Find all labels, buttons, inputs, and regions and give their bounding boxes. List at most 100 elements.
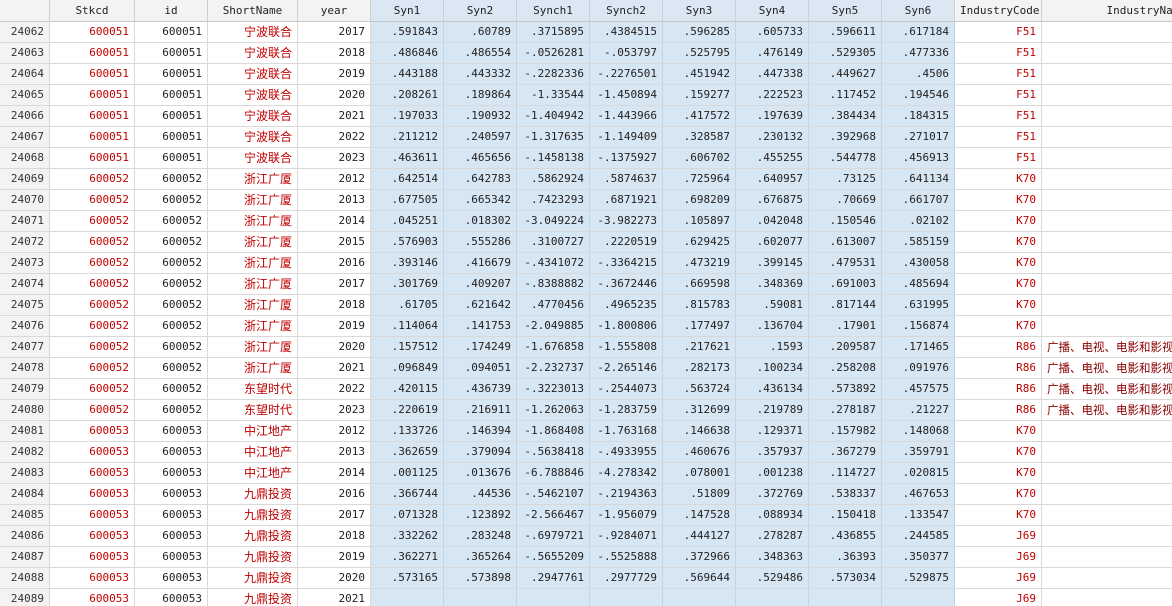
syn2-cell[interactable]: .573898 bbox=[444, 568, 517, 588]
syn6-cell[interactable]: .430058 bbox=[882, 253, 955, 273]
syn3-cell[interactable]: .177497 bbox=[663, 316, 736, 336]
synch1-cell[interactable]: -.8388882 bbox=[517, 274, 590, 294]
syn1-cell[interactable]: .642514 bbox=[371, 169, 444, 189]
year-cell[interactable]: 2018 bbox=[298, 295, 371, 315]
stkcd-cell[interactable]: 600053 bbox=[50, 568, 135, 588]
synch2-cell[interactable]: -1.443966 bbox=[590, 106, 663, 126]
synch2-cell[interactable]: -1.450894 bbox=[590, 85, 663, 105]
syn3-cell[interactable]: .669598 bbox=[663, 274, 736, 294]
syn1-cell[interactable]: .208261 bbox=[371, 85, 444, 105]
syn5-cell[interactable]: .573034 bbox=[809, 568, 882, 588]
syn2-cell[interactable]: .465656 bbox=[444, 148, 517, 168]
stkcd-cell[interactable]: 600052 bbox=[50, 295, 135, 315]
syn3-cell[interactable]: .460676 bbox=[663, 442, 736, 462]
id-cell[interactable]: 600052 bbox=[135, 337, 208, 357]
synch1-cell[interactable]: .4770456 bbox=[517, 295, 590, 315]
stkcd-cell[interactable]: 600052 bbox=[50, 400, 135, 420]
shortname-cell[interactable]: 九鼎投资 bbox=[208, 526, 298, 546]
synch2-cell[interactable]: -.4933955 bbox=[590, 442, 663, 462]
industrycode-cell[interactable]: K70 bbox=[955, 505, 1042, 525]
syn2-cell[interactable]: .486554 bbox=[444, 43, 517, 63]
industryname-cell[interactable] bbox=[1042, 421, 1172, 441]
synch1-cell[interactable]: -1.404942 bbox=[517, 106, 590, 126]
industrycode-cell[interactable]: R86 bbox=[955, 358, 1042, 378]
syn3-cell[interactable]: .417572 bbox=[663, 106, 736, 126]
syn4-cell[interactable]: .602077 bbox=[736, 232, 809, 252]
synch1-cell[interactable]: -2.232737 bbox=[517, 358, 590, 378]
stkcd-cell[interactable]: 600053 bbox=[50, 505, 135, 525]
synch1-cell[interactable]: .7423293 bbox=[517, 190, 590, 210]
syn1-cell[interactable]: .366744 bbox=[371, 484, 444, 504]
syn5-cell[interactable]: .613007 bbox=[809, 232, 882, 252]
syn3-cell[interactable]: .159277 bbox=[663, 85, 736, 105]
syn2-cell[interactable]: .018302 bbox=[444, 211, 517, 231]
synch1-cell[interactable]: -6.788846 bbox=[517, 463, 590, 483]
syn1-cell[interactable]: .332262 bbox=[371, 526, 444, 546]
syn4-cell[interactable]: .222523 bbox=[736, 85, 809, 105]
syn6-cell[interactable]: .529875 bbox=[882, 568, 955, 588]
synch2-cell[interactable]: -1.956079 bbox=[590, 505, 663, 525]
row-number-cell[interactable]: 24070 bbox=[0, 190, 50, 210]
syn6-cell[interactable]: .020815 bbox=[882, 463, 955, 483]
industrycode-cell[interactable]: K70 bbox=[955, 211, 1042, 231]
syn5-cell[interactable]: .367279 bbox=[809, 442, 882, 462]
synch2-cell[interactable]: -1.555808 bbox=[590, 337, 663, 357]
industrycode-cell[interactable]: F51 bbox=[955, 106, 1042, 126]
synch1-cell[interactable]: .5862924 bbox=[517, 169, 590, 189]
synch2-cell[interactable]: .4384515 bbox=[590, 22, 663, 42]
col-header-industrycode[interactable]: IndustryCode bbox=[955, 0, 1042, 21]
table-row[interactable]: 24082 600053 600053 中江地产 2013.362659.379094-… bbox=[0, 442, 1172, 463]
row-number-cell[interactable]: 24065 bbox=[0, 85, 50, 105]
row-number-cell[interactable]: 24087 bbox=[0, 547, 50, 567]
industrycode-cell[interactable]: K70 bbox=[955, 295, 1042, 315]
syn3-cell[interactable]: .217621 bbox=[663, 337, 736, 357]
syn2-cell[interactable]: .416679 bbox=[444, 253, 517, 273]
id-cell[interactable]: 600052 bbox=[135, 211, 208, 231]
synch2-cell[interactable]: -.5525888 bbox=[590, 547, 663, 567]
stkcd-cell[interactable]: 600052 bbox=[50, 190, 135, 210]
shortname-cell[interactable]: 宁波联合 bbox=[208, 127, 298, 147]
col-header-industryname[interactable]: IndustryName bbox=[1042, 0, 1172, 21]
syn2-cell[interactable]: .240597 bbox=[444, 127, 517, 147]
stkcd-cell[interactable]: 600052 bbox=[50, 211, 135, 231]
table-row[interactable]: 24083 600053 600053 中江地产 2014.001125.013676-… bbox=[0, 463, 1172, 484]
syn2-cell[interactable]: .216911 bbox=[444, 400, 517, 420]
syn1-cell[interactable]: .071328 bbox=[371, 505, 444, 525]
syn3-cell[interactable]: .629425 bbox=[663, 232, 736, 252]
shortname-cell[interactable]: 东望时代 bbox=[208, 400, 298, 420]
shortname-cell[interactable]: 宁波联合 bbox=[208, 85, 298, 105]
syn1-cell[interactable]: .157512 bbox=[371, 337, 444, 357]
industryname-cell[interactable] bbox=[1042, 169, 1172, 189]
syn6-cell[interactable]: .641134 bbox=[882, 169, 955, 189]
syn2-cell[interactable]: .013676 bbox=[444, 463, 517, 483]
id-cell[interactable]: 600053 bbox=[135, 568, 208, 588]
row-number-cell[interactable]: 24085 bbox=[0, 505, 50, 525]
industryname-cell[interactable] bbox=[1042, 526, 1172, 546]
synch2-cell[interactable]: -.9284071 bbox=[590, 526, 663, 546]
synch1-cell[interactable]: -2.566467 bbox=[517, 505, 590, 525]
col-header-synch2[interactable]: Synch2 bbox=[590, 0, 663, 21]
syn2-cell[interactable] bbox=[444, 589, 517, 606]
syn5-cell[interactable]: .17901 bbox=[809, 316, 882, 336]
syn4-cell[interactable]: .640957 bbox=[736, 169, 809, 189]
id-cell[interactable]: 600051 bbox=[135, 22, 208, 42]
industrycode-cell[interactable]: J69 bbox=[955, 589, 1042, 606]
industrycode-cell[interactable]: R86 bbox=[955, 400, 1042, 420]
syn5-cell[interactable]: .392968 bbox=[809, 127, 882, 147]
stkcd-cell[interactable]: 600051 bbox=[50, 85, 135, 105]
syn4-cell[interactable]: .455255 bbox=[736, 148, 809, 168]
row-number-cell[interactable]: 24062 bbox=[0, 22, 50, 42]
table-row[interactable]: 24089 600053 600053 九鼎投资 2021 J69 bbox=[0, 589, 1172, 606]
syn4-cell[interactable]: .399145 bbox=[736, 253, 809, 273]
syn3-cell[interactable]: .147528 bbox=[663, 505, 736, 525]
syn1-cell[interactable]: .211212 bbox=[371, 127, 444, 147]
synch1-cell[interactable]: -.4341072 bbox=[517, 253, 590, 273]
shortname-cell[interactable]: 浙江广厦 bbox=[208, 253, 298, 273]
table-row[interactable]: 24074 600052 600052 浙江广厦 2017.301769.409207-… bbox=[0, 274, 1172, 295]
year-cell[interactable]: 2017 bbox=[298, 505, 371, 525]
syn1-cell[interactable]: .61705 bbox=[371, 295, 444, 315]
syn4-cell[interactable]: .348363 bbox=[736, 547, 809, 567]
syn6-cell[interactable]: .171465 bbox=[882, 337, 955, 357]
syn2-cell[interactable]: .094051 bbox=[444, 358, 517, 378]
year-cell[interactable]: 2012 bbox=[298, 421, 371, 441]
